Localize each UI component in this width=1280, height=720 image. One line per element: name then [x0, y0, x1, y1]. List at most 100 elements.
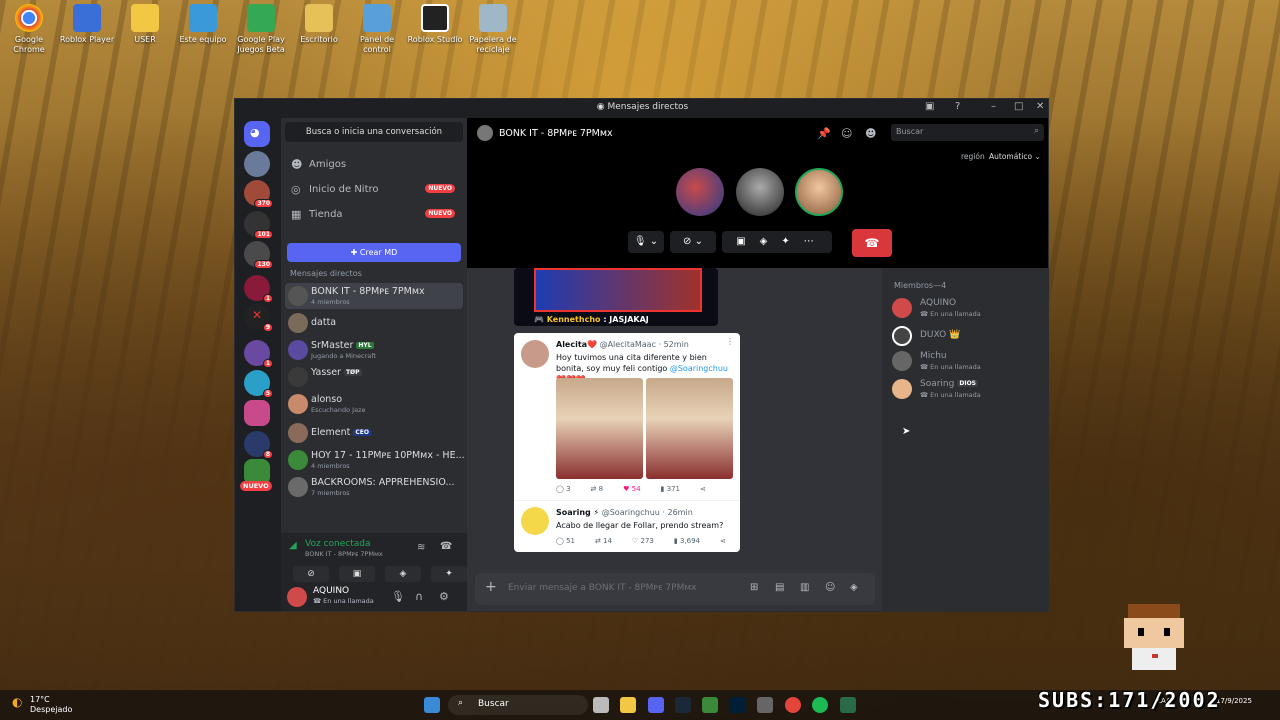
call-participant-avatar[interactable] [795, 168, 843, 216]
camera-toggle[interactable]: ⊘ ⌄ [670, 231, 716, 253]
nav-friends[interactable]: ☻ Amigos [285, 154, 463, 176]
desktop-icon-roblox-studio[interactable]: Roblox Studio [405, 4, 465, 45]
call-actions[interactable]: ▣◈✦⋯ [722, 231, 832, 253]
desktop-icon-escritorio[interactable]: Escritorio [289, 4, 349, 45]
desktop-icon-panel-control[interactable]: Panel de control [347, 4, 407, 55]
dm-item[interactable]: Element CEO [285, 420, 463, 446]
hang-up-button[interactable]: ☎ [852, 229, 892, 257]
message-image[interactable]: 🎮 Kennethcho : JASJAKAJ [514, 268, 718, 326]
message-composer[interactable]: + Enviar mensaje a BONK IT - 8PMᴘᴇ 7PMᴍx… [475, 573, 875, 605]
avatar [892, 379, 912, 399]
microphone-icon[interactable]: 🎙 [391, 590, 405, 603]
dm-item[interactable]: BONK IT - 8PMᴘᴇ 7PMᴍx 4 miembros [285, 283, 463, 309]
server-icon[interactable]: 5 [244, 370, 273, 398]
desktop-icon-recycle-bin[interactable]: Papelera de reciclaje [463, 4, 523, 55]
views-icon: ▮ 3,694 [673, 537, 701, 545]
nav-nitro[interactable]: ◎ Inicio de Nitro NUEVO [285, 179, 463, 201]
noise-suppression-icon[interactable]: ≋ [417, 542, 425, 553]
tweet-embed[interactable]: Alecita❤️ @AlecitaMaac · 52min ⋮ Hoy tuv… [514, 333, 740, 552]
more-icon[interactable]: ⋮ [726, 337, 734, 346]
gift-icon[interactable]: ⊞ [750, 582, 758, 593]
maximize-button[interactable]: □ [1014, 101, 1023, 112]
server-icon[interactable]: 8 [244, 431, 273, 459]
disconnect-icon[interactable]: ☎ [440, 541, 452, 552]
member-item[interactable]: DUXO 👑 [892, 324, 1042, 348]
taskbar-search[interactable]: ⌕ Buscar [448, 695, 588, 715]
headphones-icon[interactable]: ∩ [415, 590, 423, 603]
reply-icon: ◯ 51 [556, 537, 575, 545]
dm-item[interactable]: datta [285, 310, 463, 336]
member-item[interactable]: Michu ☎ En una llamada [892, 349, 1042, 373]
nav-shop[interactable]: ▦ Tienda NUEVO [285, 204, 463, 226]
plus-icon[interactable]: + [485, 579, 497, 595]
call-participant-avatar[interactable] [736, 168, 784, 216]
gear-icon[interactable]: ⚙ [439, 590, 449, 603]
members-icon[interactable]: ☻ [865, 127, 876, 140]
start-button[interactable] [424, 697, 440, 713]
discord-icon[interactable] [648, 697, 664, 713]
server-icon[interactable]: 130 [244, 241, 273, 269]
avatar [892, 298, 912, 318]
file-explorer-icon[interactable] [620, 697, 636, 713]
weather-widget[interactable]: ◐ 17°C Despejado [12, 695, 72, 715]
dm-item[interactable]: BACKROOMS: APPREHENSIO... 7 miembros [285, 474, 463, 500]
search-input[interactable]: Buscar ⌕ [891, 124, 1044, 141]
inbox-icon[interactable]: ▣ [925, 101, 934, 112]
member-item[interactable]: Soaring DIOS ☎ En una llamada [892, 377, 1042, 401]
task-view-icon[interactable] [593, 697, 609, 713]
create-dm-button[interactable]: ✚ Crear MD [287, 243, 461, 262]
server-icon[interactable]: 101 [244, 211, 273, 239]
desktop-icon-google-play[interactable]: Google Play Juegos Beta [231, 4, 291, 55]
share-icon: ⋖ [699, 485, 706, 493]
microphone-toggle[interactable]: 🎙 ⌄ [628, 231, 664, 253]
chrome-icon[interactable] [785, 697, 801, 713]
like-icon: ♥ 54 [623, 485, 641, 493]
dm-item[interactable]: HOY 17 - 11PMᴘᴇ 10PMᴍx - HE... 4 miembro… [285, 447, 465, 473]
pin-icon[interactable]: 📌 [817, 127, 831, 140]
member-item[interactable]: AQUINO ☎ En una llamada [892, 296, 1042, 320]
steam-icon[interactable] [675, 697, 691, 713]
desktop-icon-user[interactable]: USER [115, 4, 175, 45]
member-list: Miembros—4 AQUINO ☎ En una llamada DUXO … [882, 268, 1048, 611]
desktop-icon-roblox-player[interactable]: Roblox Player [57, 4, 117, 45]
desktop-icon-chrome[interactable]: Google Chrome [0, 4, 59, 55]
dm-sidebar: Busca o inicia una conversación ☻ Amigos… [281, 118, 467, 611]
screen-share-button[interactable]: ▣ [339, 566, 375, 582]
server-icon[interactable]: 1 [244, 340, 273, 368]
dm-section-header: Mensajes directos [290, 269, 362, 278]
spotify-icon[interactable] [812, 697, 828, 713]
call-participant-avatar[interactable] [676, 168, 724, 216]
obs-icon[interactable] [757, 697, 773, 713]
sticker-icon[interactable]: ▥ [800, 582, 809, 593]
server-icon[interactable]: ✕ 9 [244, 304, 273, 332]
pixel-character [1124, 604, 1184, 670]
dm-item[interactable]: alonso Escuchando Jaze [285, 391, 463, 417]
close-button[interactable]: ✕ [1036, 101, 1044, 112]
region-select[interactable]: Automático ⌄ [989, 152, 1041, 161]
server-icon[interactable]: 370 [244, 180, 273, 208]
gif-icon[interactable]: ▤ [775, 582, 784, 593]
dm-item[interactable]: Yasser TØP [285, 364, 463, 390]
server-icon[interactable]: 1 [244, 275, 273, 303]
friends-icon: ☻ [291, 158, 303, 171]
camera-off-button[interactable]: ⊘ [293, 566, 329, 582]
minecraft-icon[interactable] [702, 697, 718, 713]
activity-button[interactable]: ◈ [385, 566, 421, 582]
dm-item[interactable]: SrMaster HYL Jugando a Minecraft [285, 337, 463, 363]
server-icon[interactable] [244, 400, 270, 426]
photoshop-icon[interactable] [730, 697, 746, 713]
find-conversation-button[interactable]: Busca o inicia una conversación [285, 122, 463, 142]
help-icon[interactable]: ? [955, 101, 960, 112]
avatar[interactable] [287, 587, 307, 607]
tweet-photo[interactable] [646, 378, 733, 479]
app-icon[interactable] [840, 697, 856, 713]
soundboard-button[interactable]: ✦ [431, 566, 467, 582]
emoji-icon[interactable]: ☺ [825, 582, 835, 593]
server-icon[interactable] [244, 151, 270, 177]
apps-icon[interactable]: ◈ [850, 582, 858, 593]
tweet-photo[interactable] [556, 378, 643, 479]
home-button[interactable]: ◕ [244, 121, 270, 147]
add-member-icon[interactable]: ☺ [841, 127, 852, 140]
minimize-button[interactable]: – [991, 101, 996, 112]
desktop-icon-este-equipo[interactable]: Este equipo [173, 4, 233, 45]
